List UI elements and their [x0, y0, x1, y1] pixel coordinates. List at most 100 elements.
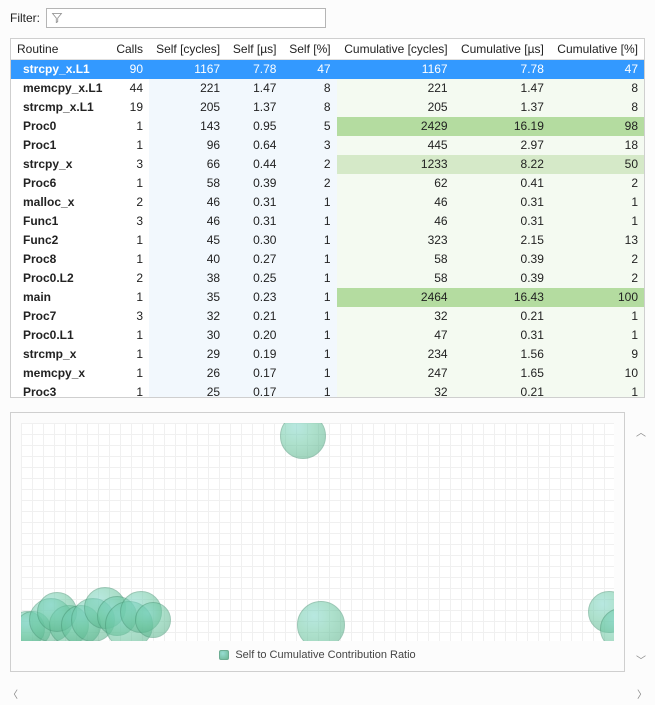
column-header[interactable]: Cumulative [cycles]: [337, 39, 454, 60]
column-header[interactable]: Self [%]: [282, 39, 336, 60]
cell-cum_pct: 10: [550, 364, 644, 383]
cell-cum_us: 2.97: [454, 136, 550, 155]
cell-cum_pct: 1: [550, 212, 644, 231]
cell-self_cycles: 25: [149, 383, 226, 398]
cell-self_pct: 1: [282, 193, 336, 212]
cell-cum_us: 16.43: [454, 288, 550, 307]
cell-self_us: 1.37: [226, 98, 282, 117]
cell-cum_pct: 100: [550, 288, 644, 307]
scroll-up-icon[interactable]: ︿: [634, 422, 648, 441]
table-row[interactable]: Proc0.L11300.201470.311: [11, 326, 644, 345]
table-row[interactable]: Proc011430.955242916.1998: [11, 117, 644, 136]
chart-bubble[interactable]: [297, 601, 345, 641]
column-header[interactable]: Self [cycles]: [149, 39, 226, 60]
table-row[interactable]: strcpy_x.L19011677.784711677.7847: [11, 60, 644, 79]
cell-calls: 1: [110, 231, 149, 250]
filter-box[interactable]: [46, 8, 326, 28]
cell-self_cycles: 143: [149, 117, 226, 136]
table-row[interactable]: Proc81400.271580.392: [11, 250, 644, 269]
column-header[interactable]: Cumulative [µs]: [454, 39, 550, 60]
cell-self_us: 0.23: [226, 288, 282, 307]
table-row[interactable]: memcpy_x.L1442211.4782211.478: [11, 79, 644, 98]
cell-self_pct: 8: [282, 79, 336, 98]
table-row[interactable]: malloc_x2460.311460.311: [11, 193, 644, 212]
cell-routine: strcpy_x.L1: [11, 60, 110, 79]
chart-bubble[interactable]: [280, 423, 326, 459]
cell-cum_pct: 1: [550, 307, 644, 326]
cell-cum_cycles: 32: [337, 383, 454, 398]
table-row[interactable]: memcpy_x1260.1712471.6510: [11, 364, 644, 383]
cell-cum_pct: 9: [550, 345, 644, 364]
cell-cum_pct: 8: [550, 98, 644, 117]
table-row[interactable]: strcmp_x1290.1912341.569: [11, 345, 644, 364]
cell-cum_pct: 2: [550, 250, 644, 269]
cell-cum_us: 0.41: [454, 174, 550, 193]
cell-cum_pct: 13: [550, 231, 644, 250]
table-row[interactable]: Proc11960.6434452.9718: [11, 136, 644, 155]
cell-cum_cycles: 221: [337, 79, 454, 98]
cell-routine: strcmp_x.L1: [11, 98, 110, 117]
chart-bubble[interactable]: [135, 602, 171, 638]
column-header[interactable]: Cumulative [%]: [550, 39, 644, 60]
cell-calls: 3: [110, 155, 149, 174]
table-row[interactable]: strcpy_x3660.44212338.2250: [11, 155, 644, 174]
cell-self_us: 0.20: [226, 326, 282, 345]
cell-routine: Proc7: [11, 307, 110, 326]
column-header[interactable]: Routine: [11, 39, 110, 60]
cell-cum_us: 1.37: [454, 98, 550, 117]
cell-cum_cycles: 62: [337, 174, 454, 193]
table-scroll[interactable]: RoutineCallsSelf [cycles]Self [µs]Self […: [11, 39, 644, 397]
cell-cum_cycles: 47: [337, 326, 454, 345]
cell-self_pct: 1: [282, 288, 336, 307]
outer-horizontal-scrollbar[interactable]: 〈 〉: [6, 685, 649, 701]
table-row[interactable]: Func13460.311460.311: [11, 212, 644, 231]
cell-routine: malloc_x: [11, 193, 110, 212]
filter-row: Filter:: [6, 6, 649, 38]
table-row[interactable]: Proc73320.211320.211: [11, 307, 644, 326]
cell-cum_cycles: 32: [337, 307, 454, 326]
table-header: RoutineCallsSelf [cycles]Self [µs]Self […: [11, 39, 644, 60]
cell-calls: 1: [110, 383, 149, 398]
cell-cum_pct: 47: [550, 60, 644, 79]
cell-cum_pct: 98: [550, 117, 644, 136]
table-row[interactable]: strcmp_x.L1192051.3782051.378: [11, 98, 644, 117]
cell-cum_us: 1.56: [454, 345, 550, 364]
cell-self_us: 0.25: [226, 269, 282, 288]
cell-cum_us: 0.39: [454, 250, 550, 269]
cell-self_pct: 5: [282, 117, 336, 136]
cell-self_cycles: 38: [149, 269, 226, 288]
cell-calls: 1: [110, 364, 149, 383]
cell-calls: 3: [110, 307, 149, 326]
table-row[interactable]: Func21450.3013232.1513: [11, 231, 644, 250]
cell-cum_cycles: 2464: [337, 288, 454, 307]
cell-routine: Proc1: [11, 136, 110, 155]
cell-cum_cycles: 445: [337, 136, 454, 155]
bubble-chart[interactable]: [21, 423, 614, 641]
outer-vertical-scrollbar[interactable]: ︿ ﹀: [633, 422, 649, 669]
cell-self_cycles: 26: [149, 364, 226, 383]
cell-self_us: 0.19: [226, 345, 282, 364]
cell-self_cycles: 32: [149, 307, 226, 326]
scroll-right-icon[interactable]: 〉: [635, 684, 649, 703]
cell-cum_cycles: 205: [337, 98, 454, 117]
cell-calls: 44: [110, 79, 149, 98]
table-row[interactable]: Proc0.L22380.251580.392: [11, 269, 644, 288]
cell-self_us: 0.31: [226, 212, 282, 231]
cell-calls: 90: [110, 60, 149, 79]
cell-routine: Proc8: [11, 250, 110, 269]
cell-cum_cycles: 46: [337, 212, 454, 231]
cell-self_us: 0.64: [226, 136, 282, 155]
table-row[interactable]: Proc61580.392620.412: [11, 174, 644, 193]
column-header[interactable]: Self [µs]: [226, 39, 282, 60]
table-row[interactable]: main1350.231246416.43100: [11, 288, 644, 307]
scroll-down-icon[interactable]: ﹀: [634, 650, 648, 669]
cell-calls: 1: [110, 136, 149, 155]
filter-input[interactable]: [63, 10, 321, 26]
table-row[interactable]: Proc31250.171320.211: [11, 383, 644, 398]
cell-cum_pct: 1: [550, 326, 644, 345]
column-header[interactable]: Calls: [110, 39, 149, 60]
legend-swatch-icon: [219, 650, 229, 660]
scroll-left-icon[interactable]: 〈: [6, 684, 20, 703]
cell-cum_pct: 1: [550, 383, 644, 398]
cell-routine: Proc0.L2: [11, 269, 110, 288]
